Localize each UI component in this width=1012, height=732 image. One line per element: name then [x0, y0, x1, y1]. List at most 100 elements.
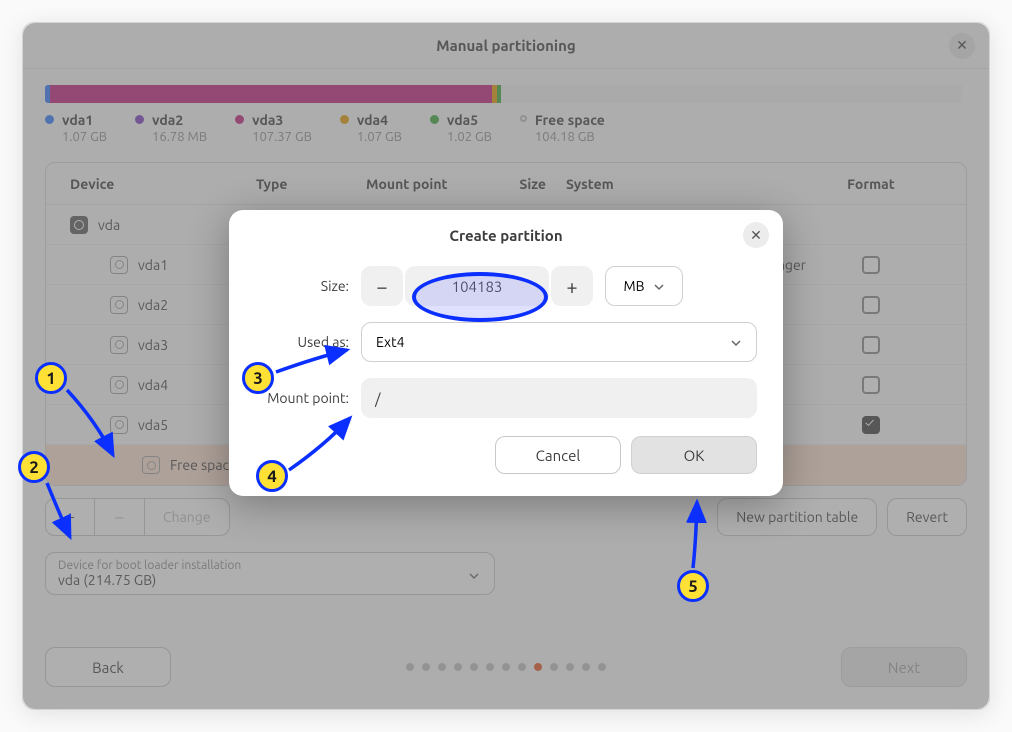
legend-name: vda5	[447, 111, 492, 129]
unit-select[interactable]: MB	[605, 266, 683, 306]
mount-point-input[interactable]	[361, 378, 757, 418]
progress-dot	[582, 663, 590, 671]
decrement-button[interactable]: −	[361, 266, 403, 306]
progress-dot	[502, 663, 510, 671]
col-mount: Mount point	[366, 176, 476, 192]
add-partition-button[interactable]: +	[45, 498, 95, 536]
legend-dot	[235, 115, 244, 124]
col-system: System	[566, 176, 816, 192]
disk-segment	[50, 85, 493, 103]
progress-dot	[550, 663, 558, 671]
modal-title: Create partition	[449, 227, 562, 244]
partition-toolbar: + − Change New partition table Revert	[45, 498, 967, 536]
mount-point-row: Mount point:	[255, 378, 757, 418]
legend-dot	[430, 115, 439, 124]
disk-icon	[110, 336, 128, 354]
page-title: Manual partitioning	[436, 37, 575, 54]
revert-button[interactable]: Revert	[887, 498, 967, 536]
wizard-footer: Back Next	[23, 647, 989, 709]
disk-icon	[110, 256, 128, 274]
legend-name: vda4	[357, 111, 402, 129]
annotation-step-1: 1	[35, 362, 67, 394]
legend-size: 1.02 GB	[447, 129, 492, 146]
remove-partition-button[interactable]: −	[95, 498, 145, 536]
device-name: vda5	[138, 417, 168, 433]
change-partition-button[interactable]: Change	[145, 498, 230, 536]
progress-dots	[406, 663, 606, 671]
progress-dot	[534, 663, 542, 671]
legend-size: 1.07 GB	[357, 129, 402, 146]
progress-dot	[566, 663, 574, 671]
progress-dot	[406, 663, 414, 671]
disk-usage-bar	[45, 85, 967, 103]
legend-item: vda41.07 GB	[340, 111, 402, 146]
bootloader-device-select[interactable]: Device for boot loader installation vda …	[45, 552, 495, 595]
legend-size: 107.37 GB	[252, 129, 312, 146]
disk-icon	[110, 376, 128, 394]
legend-dot	[520, 115, 527, 122]
legend-item: vda11.07 GB	[45, 111, 107, 146]
annotation-ellipse	[412, 272, 548, 322]
close-icon[interactable]: ✕	[949, 33, 975, 59]
device-name: vda1	[138, 257, 168, 273]
format-checkbox[interactable]	[862, 336, 880, 354]
used-as-label: Used as:	[255, 334, 349, 350]
legend-name: Free space	[535, 111, 605, 129]
legend-dot	[135, 115, 144, 124]
col-device: Device	[46, 176, 256, 192]
modal-header: Create partition ✕	[229, 210, 783, 260]
disk-icon	[70, 216, 88, 234]
increment-button[interactable]: +	[551, 266, 593, 306]
size-label: Size:	[255, 278, 349, 294]
legend-item: vda51.02 GB	[430, 111, 492, 146]
legend-item: vda216.78 MB	[135, 111, 207, 146]
chevron-down-icon	[468, 568, 480, 580]
legend-item: vda3107.37 GB	[235, 111, 312, 146]
bootloader-label: Device for boot loader installation	[58, 559, 482, 572]
disk-icon	[142, 456, 160, 474]
format-checkbox[interactable]	[862, 256, 880, 274]
disk-icon	[110, 416, 128, 434]
ok-button[interactable]: OK	[631, 436, 757, 474]
edit-actions: + − Change	[45, 498, 230, 536]
cancel-button[interactable]: Cancel	[495, 436, 621, 474]
format-checkbox[interactable]	[862, 296, 880, 314]
disk-segment	[501, 85, 962, 103]
annotation-step-2: 2	[18, 451, 50, 483]
device-name: Free space	[170, 457, 237, 473]
progress-dot	[486, 663, 494, 671]
filesystem-select[interactable]: Ext4	[361, 322, 757, 362]
next-button[interactable]: Next	[841, 647, 967, 687]
create-partition-dialog: Create partition ✕ Size: − + MB Used as:…	[229, 210, 783, 496]
col-format: Format	[816, 176, 926, 192]
legend-dot	[340, 115, 349, 124]
chevron-down-icon	[730, 336, 742, 348]
titlebar: Manual partitioning ✕	[23, 23, 989, 69]
chevron-down-icon	[653, 280, 665, 292]
progress-dot	[518, 663, 526, 671]
col-size: Size	[476, 176, 566, 192]
table-header: Device Type Mount point Size System Form…	[46, 163, 966, 205]
progress-dot	[438, 663, 446, 671]
back-button[interactable]: Back	[45, 647, 171, 687]
new-partition-table-button[interactable]: New partition table	[717, 498, 877, 536]
progress-dot	[598, 663, 606, 671]
legend-size: 16.78 MB	[152, 129, 207, 146]
legend-name: vda1	[62, 111, 107, 129]
bootloader-value: vda (214.75 GB)	[58, 572, 482, 588]
legend-size: 1.07 GB	[62, 129, 107, 146]
legend-size: 104.18 GB	[535, 129, 605, 146]
legend-dot	[45, 115, 54, 124]
device-name: vda4	[138, 377, 168, 393]
device-name: vda	[98, 217, 120, 233]
device-name: vda2	[138, 297, 168, 313]
annotation-step-5: 5	[677, 570, 709, 602]
close-icon[interactable]: ✕	[743, 222, 769, 248]
format-checkbox[interactable]	[862, 416, 880, 434]
progress-dot	[470, 663, 478, 671]
legend-name: vda2	[152, 111, 207, 129]
annotation-step-3: 3	[242, 362, 274, 394]
format-checkbox[interactable]	[862, 376, 880, 394]
unit-value: MB	[623, 278, 644, 294]
legend-item: Free space104.18 GB	[520, 111, 605, 146]
